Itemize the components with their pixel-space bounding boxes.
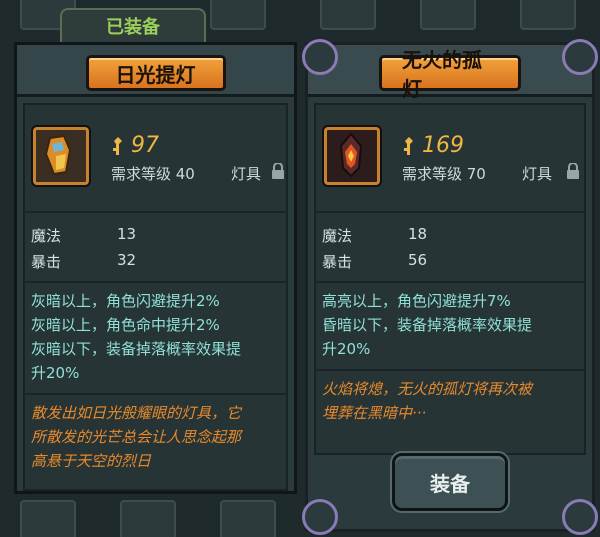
soul-key-icon [113,136,122,155]
effect-line: 灰暗以下，装备掉落概率效果提 [31,340,242,358]
lock-icon[interactable] [271,163,285,180]
divider [314,369,586,371]
card-header: 日光提灯 [17,45,294,97]
effect-line: 升20% [31,364,80,382]
lock-icon[interactable] [566,163,580,180]
divider [23,211,288,213]
corner-ornament-icon [562,39,598,75]
price-value: 97 [131,133,159,158]
flameless-lantern-icon [324,127,380,185]
lore-line: 埋葬在黑暗中··· [322,404,427,422]
item-category: 灯具 [231,165,262,183]
effect-line: 灰暗以上，角色闪避提升2% [31,292,220,310]
stat-value: 32 [117,251,137,269]
stat-value: 18 [408,225,428,243]
item-title: 无火的孤灯 [379,48,521,101]
stat-label: 暴击 [31,253,62,271]
corner-ornament-icon [302,39,338,75]
effect-line: 灰暗以上，角色命中提升2% [31,316,220,334]
stat-label: 魔法 [322,227,353,245]
effect-line: 高亮以上，角色闪避提升7% [322,292,511,310]
equipped-tab: 已装备 [60,8,206,42]
background-slot [420,0,476,30]
level-requirement: 需求等级 40 [111,165,195,183]
divider [23,393,288,395]
stat-label: 魔法 [31,227,62,245]
lore-line: 火焰将熄，无火的孤灯将再次被 [322,380,533,398]
corner-ornament-icon [562,499,598,535]
equip-button[interactable]: 装备 [392,453,508,511]
effect-line: 升20% [322,340,371,358]
lore-line: 高悬于天空的烈日 [31,452,152,470]
sun-lantern-icon [33,127,89,185]
level-requirement: 需求等级 70 [402,165,486,183]
lore-line: 所散发的光芒总会让人思念起那 [31,428,242,446]
lore-line: 散发出如日光般耀眼的灯具，它 [31,404,242,422]
stat-value: 56 [408,251,428,269]
item-category: 灯具 [522,165,553,183]
background-slot [120,500,176,537]
effect-line: 昏暗以下，装备掉落概率效果提 [322,316,533,334]
card-header: 无火的孤灯 [308,45,592,101]
price: 97 [111,133,159,158]
divider [314,281,586,283]
price: 169 [402,133,464,158]
stat-value: 13 [117,225,137,243]
right-item-card: 无火的孤灯 169 需求等级 70 灯具 魔法 18 暴击 56 高亮以上，角色… [302,39,598,535]
background-slot [210,0,266,30]
background-slot [220,500,276,537]
divider [23,281,288,283]
soul-key-icon [404,136,413,155]
price-value: 169 [422,133,464,158]
background-slot [320,0,376,30]
divider [314,211,586,213]
left-item-card: 日光提灯 97 需求等级 40 灯具 魔法 13 暴击 32 灰暗以上，角色闪避… [14,42,297,494]
item-title: 日光提灯 [85,55,226,91]
stat-label: 暴击 [322,253,353,271]
background-slot [520,0,576,30]
background-slot [20,500,76,537]
corner-ornament-icon [302,499,338,535]
